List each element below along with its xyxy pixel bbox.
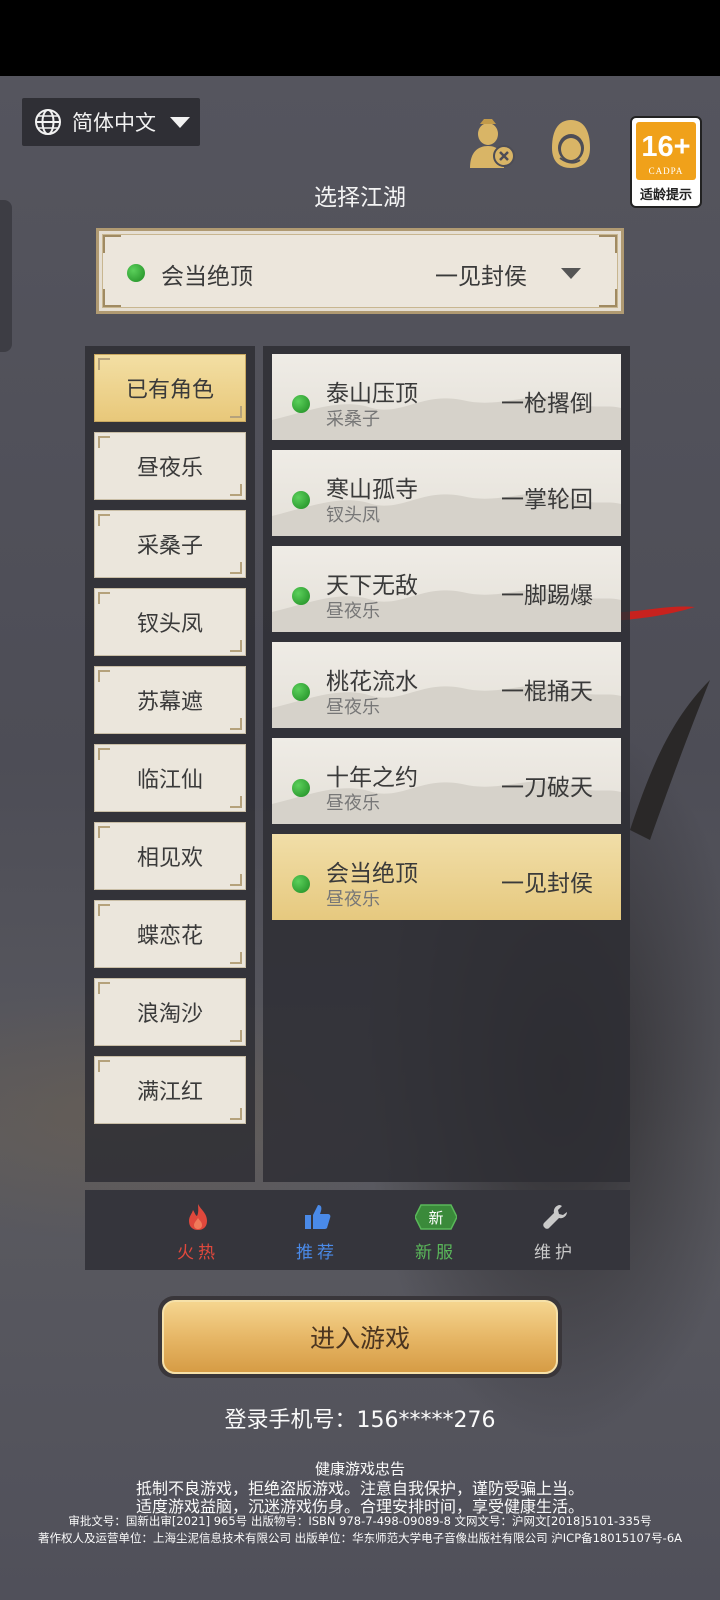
- server-status-icon: [292, 491, 310, 509]
- category-label: 蝶恋花: [136, 924, 203, 949]
- side-drawer-handle[interactable]: [0, 200, 12, 352]
- tab-label: 维护: [534, 1243, 576, 1263]
- server-item-selected[interactable]: 会当绝顶 昼夜乐 一见封侯: [272, 834, 621, 920]
- server-name: 泰山压顶: [326, 381, 418, 407]
- tab-recommended[interactable]: 推荐: [256, 1190, 378, 1270]
- selected-server-name: 会当绝顶: [161, 264, 253, 290]
- customer-service-icon[interactable]: [546, 118, 596, 170]
- selected-server-dropdown[interactable]: 会当绝顶 一见封侯: [96, 228, 624, 314]
- age-rating-org: CADPA: [648, 166, 684, 176]
- publisher-info-line: 著作权人及运营单位：上海尘泥信息技术有限公司 出版单位：华东师范大学电子音像出版…: [37, 1531, 683, 1545]
- category-label: 浪淘沙: [136, 1002, 203, 1027]
- tab-label: 推荐: [296, 1243, 338, 1263]
- server-status-icon: [292, 875, 310, 893]
- language-label: 简体中文: [72, 111, 156, 135]
- account-switch-icon[interactable]: [466, 118, 518, 172]
- server-status-icon: [292, 779, 310, 797]
- server-status-icon: [292, 395, 310, 413]
- thumbs-up-icon: [305, 1205, 331, 1229]
- server-group: 昼夜乐: [326, 601, 380, 622]
- server-status-icon: [292, 683, 310, 701]
- category-item[interactable]: 采桑子: [94, 510, 246, 578]
- server-group: 采桑子: [326, 409, 380, 430]
- server-group: 昼夜乐: [326, 793, 380, 814]
- new-badge-icon: 新: [415, 1204, 457, 1230]
- server-item[interactable]: 桃花流水 昼夜乐 一棍捅天: [272, 642, 621, 728]
- category-label: 昼夜乐: [136, 456, 203, 481]
- category-label: 钗头凤: [136, 612, 203, 637]
- server-item[interactable]: 泰山压顶 采桑子 一枪撂倒: [272, 354, 621, 440]
- server-group: 昼夜乐: [326, 697, 380, 718]
- login-phone-text: 登录手机号：156*****276: [224, 1408, 496, 1433]
- tab-label: 新服: [415, 1243, 457, 1263]
- server-group: 昼夜乐: [326, 889, 380, 910]
- category-existing-roles[interactable]: 已有角色: [94, 354, 246, 422]
- category-label: 相见欢: [136, 846, 203, 871]
- flame-icon: [189, 1204, 207, 1230]
- category-item[interactable]: 昼夜乐: [94, 432, 246, 500]
- server-item[interactable]: 寒山孤寺 钗头凤 一掌轮回: [272, 450, 621, 536]
- server-role: 一脚踢爆: [501, 583, 593, 609]
- new-badge-text: 新: [428, 1209, 443, 1227]
- category-label: 满江红: [136, 1080, 203, 1105]
- server-item[interactable]: 十年之约 昼夜乐 一刀破天: [272, 738, 621, 824]
- frame-corner: [103, 235, 121, 253]
- category-label: 采桑子: [136, 534, 203, 559]
- server-status-icon: [127, 264, 145, 282]
- category-item[interactable]: 临江仙: [94, 744, 246, 812]
- license-info-line: 审批文号：国新出审[2021] 965号 出版物号：ISBN 978-7-498…: [68, 1514, 652, 1528]
- server-status-icon: [292, 587, 310, 605]
- server-item[interactable]: 天下无敌 昼夜乐 一脚踢爆: [272, 546, 621, 632]
- category-label: 苏幕遮: [136, 690, 203, 715]
- status-bar: [0, 0, 720, 76]
- server-name: 十年之约: [326, 765, 418, 791]
- tab-hot[interactable]: 火热: [137, 1190, 259, 1270]
- selected-server-role: 一见封侯: [435, 264, 527, 290]
- server-role: 一枪撂倒: [501, 391, 593, 417]
- category-item[interactable]: 蝶恋花: [94, 900, 246, 968]
- server-role: 一见封侯: [501, 871, 593, 897]
- frame-corner: [599, 235, 617, 253]
- server-role: 一掌轮回: [501, 487, 593, 513]
- enter-game-button[interactable]: 进入游戏: [158, 1296, 562, 1378]
- language-selector[interactable]: 简体中文: [22, 98, 200, 146]
- server-name: 会当绝顶: [326, 861, 418, 887]
- server-filter-tabs: 火热 推荐 新 新服 维护: [85, 1190, 630, 1270]
- frame-corner: [599, 289, 617, 307]
- tab-new-server[interactable]: 新 新服: [375, 1190, 497, 1270]
- server-group: 钗头凤: [326, 505, 380, 526]
- blade-silhouette-decoration: [630, 680, 710, 840]
- category-label: 已有角色: [125, 378, 214, 403]
- tab-maintenance[interactable]: 维护: [494, 1190, 616, 1270]
- category-item[interactable]: 浪淘沙: [94, 978, 246, 1046]
- server-role: 一棍捅天: [501, 679, 593, 705]
- chevron-down-icon: [170, 116, 190, 128]
- server-name: 桃花流水: [326, 669, 418, 695]
- globe-icon: [35, 109, 61, 135]
- category-item[interactable]: 满江红: [94, 1056, 246, 1124]
- wrench-icon: [543, 1205, 567, 1229]
- enter-game-label: 进入游戏: [309, 1324, 410, 1353]
- category-item[interactable]: 苏幕遮: [94, 666, 246, 734]
- chevron-down-icon: [561, 268, 581, 279]
- server-name: 寒山孤寺: [326, 477, 418, 503]
- frame-corner: [103, 289, 121, 307]
- category-item[interactable]: 相见欢: [94, 822, 246, 890]
- category-label: 临江仙: [136, 768, 203, 793]
- server-name: 天下无敌: [326, 573, 418, 599]
- tab-label: 火热: [177, 1243, 219, 1263]
- category-item[interactable]: 钗头凤: [94, 588, 246, 656]
- page-title: 选择江湖: [314, 185, 406, 211]
- server-role: 一刀破天: [501, 775, 593, 801]
